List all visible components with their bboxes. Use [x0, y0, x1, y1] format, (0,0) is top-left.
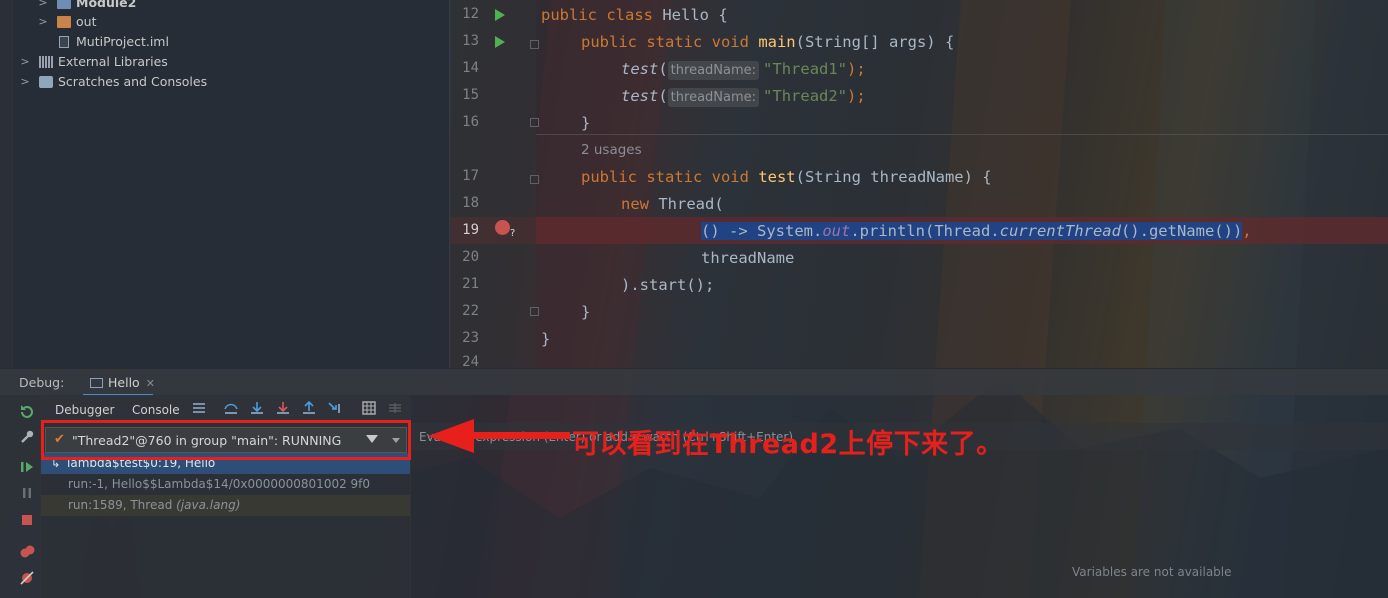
- tree-item-label: External Libraries: [58, 54, 168, 69]
- debug-session-label: Hello: [108, 375, 140, 390]
- line-number: 16: [462, 114, 479, 130]
- variables-empty-message: Variables are not available: [1072, 565, 1232, 579]
- view-breakpoints-icon[interactable]: [19, 544, 35, 560]
- line-number: 13: [462, 33, 479, 49]
- stack-frame-label: run:-1, Hello$$Lambda$14/0x0000000801002…: [68, 477, 371, 491]
- breakpoint-question-icon: ?: [510, 228, 516, 239]
- tree-item-scratches[interactable]: > Scratches and Consoles: [13, 72, 450, 92]
- line-number: 23: [462, 330, 479, 346]
- annotation-highlight-box: [41, 420, 411, 460]
- run-main-icon[interactable]: [495, 36, 505, 48]
- chevron-right-icon[interactable]: >: [19, 72, 31, 92]
- evaluate-expression-icon[interactable]: [362, 401, 376, 415]
- mute-breakpoints-icon[interactable]: [19, 570, 35, 586]
- line-number: 15: [462, 87, 479, 103]
- code-line-16: }: [581, 114, 591, 132]
- annotation-text: 可以看到在Thread2上停下来了。: [572, 429, 1004, 460]
- trace-current-stream-icon[interactable]: [388, 401, 402, 415]
- file-icon: [59, 36, 69, 48]
- code-line-15: test(threadName: "Thread2");: [621, 87, 866, 107]
- code-line-21: ).start();: [621, 276, 715, 294]
- line-number: 14: [462, 60, 479, 76]
- line-number: 12: [462, 6, 479, 22]
- tree-item-out[interactable]: > out: [13, 12, 450, 32]
- fold-icon[interactable]: [530, 175, 539, 184]
- chevron-right-icon[interactable]: >: [37, 12, 49, 32]
- fold-icon[interactable]: [530, 307, 539, 316]
- code-line-20: threadName: [701, 249, 795, 267]
- run-class-icon[interactable]: [495, 9, 505, 21]
- chevron-right-icon[interactable]: >: [19, 52, 31, 72]
- project-tree-panel: > Module2 > out MutiProject.iml > Extern…: [0, 0, 450, 368]
- tree-item-label: out: [76, 14, 97, 29]
- debug-tool-window-header: Debug: Hello ✕: [0, 368, 1388, 396]
- annotation-arrow-icon: [428, 419, 474, 453]
- annotation-arrow-shaft: [470, 432, 570, 439]
- stack-frame-item[interactable]: run:-1, Hello$$Lambda$14/0x0000000801002…: [41, 474, 410, 495]
- code-editor[interactable]: 12 13 14 15 16 17 18 19 20 21 22 23 24 ?…: [451, 0, 1388, 370]
- debug-title: Debug:: [19, 375, 65, 390]
- libraries-icon: [39, 56, 53, 68]
- code-line-23: }: [541, 330, 551, 348]
- step-over-icon[interactable]: [224, 401, 238, 415]
- breakpoint-icon[interactable]: [495, 220, 510, 235]
- rerun-icon[interactable]: [19, 403, 35, 419]
- line-number: 19: [462, 222, 479, 238]
- line-number: 21: [462, 276, 479, 292]
- pause-icon[interactable]: [19, 485, 35, 501]
- step-out-icon[interactable]: [302, 401, 316, 415]
- debug-session-tab[interactable]: Hello ✕: [82, 369, 163, 396]
- module-icon: [57, 0, 71, 9]
- fold-icon[interactable]: [530, 40, 539, 49]
- stop-icon[interactable]: [19, 512, 35, 528]
- settings-wrench-icon[interactable]: [19, 429, 35, 445]
- step-into-icon[interactable]: [250, 401, 264, 415]
- tree-item-label: Scratches and Consoles: [58, 74, 208, 89]
- code-line-18: new Thread(: [621, 195, 724, 213]
- method-separator: [536, 134, 1388, 135]
- close-icon[interactable]: ✕: [146, 377, 155, 390]
- line-number: 18: [462, 195, 479, 211]
- tab-console[interactable]: Console: [132, 403, 180, 417]
- code-line-13: public static void main(String[] args) {: [581, 33, 955, 51]
- code-line-12: public class Hello {: [541, 6, 728, 24]
- tab-debugger[interactable]: Debugger: [55, 403, 114, 417]
- parameter-hint: threadName:: [667, 61, 760, 80]
- resume-icon[interactable]: [19, 459, 35, 475]
- debug-side-toolbar: [0, 395, 41, 598]
- run-to-cursor-icon[interactable]: [328, 401, 342, 415]
- line-number: 20: [462, 249, 479, 265]
- tree-item-external-libraries[interactable]: > External Libraries: [13, 52, 450, 72]
- force-step-into-icon[interactable]: [276, 401, 290, 415]
- project-tool-strip: [0, 0, 13, 368]
- fold-icon[interactable]: [530, 118, 539, 127]
- code-line-14: test(threadName: "Thread1");: [621, 60, 866, 80]
- debugger-toolbar: Debugger Console: [41, 395, 411, 423]
- application-icon: [90, 378, 103, 388]
- parameter-hint: threadName:: [667, 88, 760, 107]
- execution-point-selection: () -> System.out.println(Thread.currentT…: [701, 222, 1243, 240]
- line-number: 17: [462, 168, 479, 184]
- menu-lines-icon[interactable]: [192, 401, 206, 415]
- tree-item-iml-file[interactable]: MutiProject.iml: [13, 32, 450, 52]
- usages-hint[interactable]: 2 usages: [581, 142, 642, 158]
- code-line-17: public static void test(String threadNam…: [581, 168, 992, 186]
- stack-frame-label: run:1589, Thread (java.lang): [68, 498, 241, 512]
- code-line-22: }: [581, 303, 591, 321]
- folder-icon: [57, 16, 71, 28]
- tree-item-label: MutiProject.iml: [76, 34, 169, 49]
- scratches-icon: [39, 76, 53, 88]
- line-number: 22: [462, 303, 479, 319]
- code-line-19: () -> System.out.println(Thread.currentT…: [701, 222, 1252, 240]
- stack-frame-item[interactable]: run:1589, Thread (java.lang): [41, 495, 410, 516]
